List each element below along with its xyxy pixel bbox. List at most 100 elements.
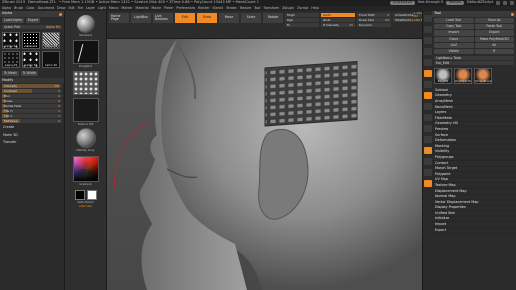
menu-item-texture[interactable]: Texture [239, 6, 251, 10]
dynamic-icon[interactable] [423, 180, 432, 187]
r-button[interactable]: R [474, 49, 514, 55]
slider-midvalue[interactable]: MidValue 0 [2, 119, 62, 124]
menu-item-color[interactable]: Color [26, 6, 34, 10]
spix-icon[interactable] [423, 26, 432, 33]
menu-item-brush[interactable]: Brush [14, 6, 23, 10]
menu-item-file[interactable]: File [78, 6, 83, 10]
modify-section-header[interactable]: Modify [0, 78, 64, 84]
make-polymesh3d-button[interactable]: Make PolyMesh3D [474, 36, 514, 42]
menu-item-marker[interactable]: Marker [122, 6, 133, 10]
menu-item-edit[interactable]: Edit [68, 6, 74, 10]
control-zsub[interactable]: Zsub [321, 18, 355, 22]
create-item[interactable]: Create [0, 124, 64, 131]
lightbox-tools-button[interactable]: Lightbox ▸ Tools [434, 56, 514, 61]
scroll-icon[interactable] [423, 37, 432, 44]
load-tool-button[interactable]: Load Tool [434, 18, 474, 24]
make-3d-item[interactable]: Make 3D [0, 132, 64, 139]
transfer-item[interactable]: Transfer [0, 139, 64, 146]
control-draw-size[interactable]: Draw Size 64 [357, 18, 391, 22]
default-zscript-button[interactable]: DefaultZScript [467, 1, 493, 5]
transp-icon[interactable] [423, 158, 432, 165]
control-mrgb[interactable]: Mrgb [285, 13, 319, 17]
control-focal-shift[interactable]: Focal Shift 0 [357, 13, 391, 17]
move-button[interactable]: Move [219, 13, 239, 23]
import-button[interactable]: Import [434, 30, 474, 36]
draw-button[interactable]: Draw [197, 13, 217, 23]
texture-off-icon[interactable] [72, 97, 99, 122]
zoom3d-icon[interactable] [423, 125, 432, 132]
menu-item-layer[interactable]: Layer [86, 6, 95, 10]
alpha-thumbnail[interactable]: Alpha 60 [42, 51, 60, 69]
stroke-dragrect-icon[interactable] [72, 39, 99, 64]
save-as-button[interactable]: Save As [474, 18, 514, 24]
control-z-intensity[interactable]: Z Intensity 25 [321, 23, 355, 27]
menu-item-draw[interactable]: Draw [57, 6, 65, 10]
tool-thumbnail[interactable]: PolyMesh3D [454, 68, 472, 85]
frame-icon[interactable] [423, 103, 432, 110]
slider-tile-v[interactable]: Tile V 1 [2, 114, 62, 119]
export-button[interactable]: Export [474, 30, 514, 36]
maximize-icon[interactable] [503, 1, 507, 5]
see-through-slider[interactable]: See-through 0 [418, 1, 444, 5]
zoom-icon[interactable] [423, 48, 432, 55]
polyf-icon[interactable] [423, 147, 432, 154]
alpha-quick-pick[interactable]: Quick Pick Alpha 64 [2, 25, 62, 30]
lightbox-button[interactable]: LightBox [131, 13, 151, 23]
visible-button[interactable]: Visible [434, 49, 474, 55]
control-rgb[interactable]: Rgb [285, 18, 319, 22]
menu-item-transform[interactable]: Transform [263, 6, 279, 10]
menu-item-picker[interactable]: Picker [164, 6, 174, 10]
tool-thumbnail[interactable]: SimpleBrush [474, 68, 492, 85]
menu-item-zplugin[interactable]: Zplugin [282, 6, 294, 10]
canvas-viewport[interactable] [107, 39, 422, 290]
menu-item-material[interactable]: Material [136, 6, 149, 10]
export-alpha-button[interactable]: Export [25, 18, 41, 24]
secondary-color-swatch[interactable] [86, 189, 97, 200]
palette-dock-icon[interactable] [511, 12, 514, 16]
actual-icon[interactable] [423, 59, 432, 66]
slider-tile-h[interactable]: Tile H 1 [2, 109, 62, 114]
close-icon[interactable] [510, 1, 514, 5]
slider-intensity[interactable]: Intensity 100 [2, 84, 62, 89]
gradient-label[interactable]: Gradient [65, 183, 106, 186]
move-view-icon[interactable] [423, 114, 432, 121]
alpha-thumbnail[interactable]: Alpha 58 [2, 51, 20, 69]
all-button[interactable]: All [474, 42, 514, 49]
clone-button[interactable]: Clone [434, 36, 474, 42]
alternate-button[interactable]: Alternate [65, 204, 106, 208]
floor-icon[interactable] [423, 81, 432, 88]
control-m[interactable]: M [285, 23, 319, 27]
menu-item-document[interactable]: Document [38, 6, 55, 10]
material-matcap-icon[interactable] [75, 128, 96, 149]
menu-item-zscript[interactable]: Zscript [297, 6, 308, 10]
slider-radial-fade[interactable]: Radial Fade 0 [2, 104, 62, 109]
brush-standard-icon[interactable] [76, 15, 95, 33]
paste-tool-button[interactable]: Paste Tool [474, 24, 514, 30]
persp-icon[interactable] [423, 70, 432, 77]
home-page-button[interactable]: Home Page [109, 13, 129, 23]
quicksave-button[interactable]: QuickSave [389, 1, 415, 5]
menu-item-tool[interactable]: Tool [254, 6, 260, 10]
menu-item-movie[interactable]: Movie [151, 6, 160, 10]
minimize-icon[interactable] [496, 1, 500, 5]
main-color-swatch[interactable] [74, 189, 85, 200]
subpalette-export[interactable]: Export [432, 228, 516, 234]
slider-contrast[interactable]: Contrast 0 [2, 89, 62, 94]
alpha-selector-icon[interactable] [72, 70, 99, 95]
menu-item-render[interactable]: Render [198, 6, 209, 10]
menus-button[interactable]: Menus [446, 1, 464, 5]
solo-icon[interactable] [423, 169, 432, 176]
slider-blur[interactable]: Blur 0 [2, 94, 62, 99]
menu-item-alpha[interactable]: Alpha [2, 6, 11, 10]
alpha-thumbnail[interactable]: Alpha 59 [22, 51, 40, 69]
slider-noise[interactable]: Noise 0 [2, 99, 62, 104]
scale-button[interactable]: Scale [241, 13, 261, 23]
tc-width-button[interactable]: Tc Width [20, 71, 38, 77]
menu-item-macro[interactable]: Macro [109, 6, 119, 10]
palette-dock-icon[interactable] [59, 12, 62, 16]
menu-item-help[interactable]: Help [311, 6, 318, 10]
tool-thumbnail[interactable]: Ear_Edit [434, 68, 452, 85]
current-tool-name[interactable]: Ear_Edit [434, 61, 514, 66]
alpha-thumbnail[interactable]: Alpha 63 [42, 32, 60, 50]
live-boolean-button[interactable]: Live Boolean [153, 13, 173, 23]
